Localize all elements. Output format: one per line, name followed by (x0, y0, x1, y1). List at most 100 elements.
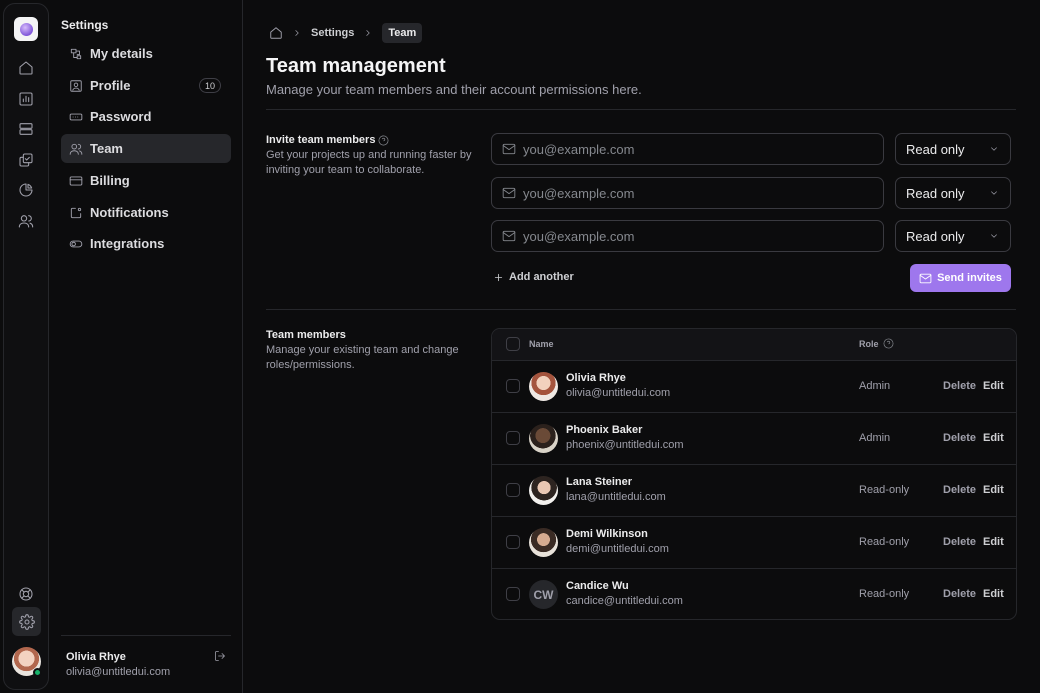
logo-orb-icon (19, 22, 33, 36)
avatar (529, 476, 558, 505)
sidebar-item-integrations[interactable]: Integrations (61, 229, 231, 258)
logo[interactable] (14, 17, 38, 41)
role-select-value: Read only (906, 185, 965, 201)
logout-icon[interactable] (214, 650, 228, 664)
copy-check-icon[interactable] (16, 150, 36, 170)
section-divider (266, 309, 1016, 310)
help-circle-icon[interactable] (378, 135, 389, 146)
send-invites-label: Send invites (937, 272, 1002, 284)
life-buoy-icon[interactable] (16, 584, 36, 604)
main-content: Settings Team Team management Manage you… (266, 0, 1018, 693)
header-divider (266, 109, 1016, 110)
add-another-button[interactable]: Add another (493, 271, 574, 283)
member-name: Olivia Rhye (566, 372, 626, 384)
role-select-3[interactable]: Read only (895, 220, 1011, 252)
row-checkbox[interactable] (506, 587, 520, 601)
member-email: candice@untitledui.com (566, 595, 683, 607)
credit-card-icon (69, 175, 83, 186)
member-email: lana@untitledui.com (566, 491, 666, 503)
delete-button[interactable]: Delete (943, 588, 976, 600)
invite-email-field-1[interactable] (491, 133, 884, 165)
edit-button[interactable]: Edit (983, 432, 1004, 444)
sidebar-item-profile[interactable]: Profile 10 (61, 71, 231, 100)
edit-button[interactable]: Edit (983, 536, 1004, 548)
role-select-1[interactable]: Read only (895, 133, 1011, 165)
home-icon[interactable] (16, 58, 36, 78)
user-avatar[interactable] (12, 647, 42, 677)
member-name: Candice Wu (566, 580, 629, 592)
table-header: Name Role (492, 329, 1016, 361)
edit-button[interactable]: Edit (983, 588, 1004, 600)
row-checkbox[interactable] (506, 379, 520, 393)
sidebar-item-label: Integrations (90, 236, 165, 251)
member-name: Lana Steiner (566, 476, 633, 488)
bar-chart-icon[interactable] (16, 89, 36, 109)
profile-count-badge: 10 (198, 78, 221, 93)
team-members-table: Name Role Olivia Rhye olivia@untitledui.… (491, 328, 1017, 620)
select-all-checkbox[interactable] (506, 337, 520, 351)
sidebar-item-label: My details (90, 46, 153, 61)
delete-button[interactable]: Delete (943, 484, 976, 496)
home-icon[interactable] (269, 26, 283, 40)
role-select-2[interactable]: Read only (895, 177, 1011, 209)
send-invites-button[interactable]: Send invites (910, 264, 1011, 292)
invite-email-input-1[interactable] (523, 141, 863, 157)
delete-button[interactable]: Delete (943, 536, 976, 548)
delete-button[interactable]: Delete (943, 380, 976, 392)
invite-email-input-2[interactable] (523, 185, 863, 201)
delete-button[interactable]: Delete (943, 432, 976, 444)
help-circle-icon[interactable] (883, 338, 894, 349)
sidebar-user-email: olivia@untitledui.com (66, 666, 171, 678)
chevron-down-icon (991, 191, 997, 195)
invite-title-text: Invite team members (266, 134, 376, 146)
member-role: Admin (859, 432, 891, 444)
members-section-description: Manage your existing team and change rol… (266, 344, 459, 371)
breadcrumb-settings[interactable]: Settings (311, 27, 354, 39)
chevron-right-icon (366, 30, 370, 36)
members-section-title: Team members (266, 329, 346, 341)
row-checkbox[interactable] (506, 535, 520, 549)
rows-icon[interactable] (16, 119, 36, 139)
invite-email-input-3[interactable] (523, 228, 863, 244)
users-icon[interactable] (16, 211, 36, 231)
member-role: Read-only (859, 484, 910, 496)
sidebar-user-name: Olivia Rhye (66, 651, 126, 663)
avatar (529, 528, 558, 557)
invite-email-field-2[interactable] (491, 177, 884, 209)
online-status-dot (33, 668, 42, 677)
sidebar-item-notifications[interactable]: Notifications (61, 198, 231, 227)
sidebar-item-my-details[interactable]: My details (61, 39, 231, 68)
row-checkbox[interactable] (506, 431, 520, 445)
member-role: Admin (859, 380, 891, 392)
sidebar-item-billing[interactable]: Billing (61, 166, 231, 195)
settings-icon[interactable] (12, 607, 41, 636)
member-email: demi@untitledui.com (566, 543, 669, 555)
add-another-label: Add another (509, 271, 574, 283)
members-title-text: Team members (266, 329, 346, 341)
invite-email-field-3[interactable] (491, 220, 884, 252)
sidebar-item-label: Billing (90, 173, 130, 188)
avatar-initials: CW (529, 580, 558, 609)
member-email: olivia@untitledui.com (566, 387, 671, 399)
sidebar-item-label: Notifications (90, 205, 169, 220)
invite-section-description: Get your projects up and running faster … (266, 149, 472, 176)
mail-icon (919, 273, 932, 283)
invite-section-title: Invite team members (266, 134, 389, 146)
mail-icon (502, 187, 516, 199)
edit-button[interactable]: Edit (983, 484, 1004, 496)
column-header-role: Role (859, 338, 894, 349)
sidebar-item-label: Profile (90, 78, 131, 93)
sidebar-item-password[interactable]: Password (61, 102, 231, 131)
pie-chart-icon[interactable] (16, 180, 36, 200)
sidebar-item-team[interactable]: Team (61, 134, 231, 163)
settings-sidebar: Settings My details Profile 10 Password … (49, 0, 243, 693)
breadcrumb-team[interactable]: Team (382, 23, 423, 43)
member-role: Read-only (859, 536, 910, 548)
column-header-name[interactable]: Name (529, 339, 554, 349)
notification-box-icon (70, 207, 82, 218)
sidebar-title: Settings (61, 18, 109, 32)
row-checkbox[interactable] (506, 483, 520, 497)
chevron-down-icon (991, 147, 997, 151)
chevron-down-icon (991, 234, 997, 238)
edit-button[interactable]: Edit (983, 380, 1004, 392)
